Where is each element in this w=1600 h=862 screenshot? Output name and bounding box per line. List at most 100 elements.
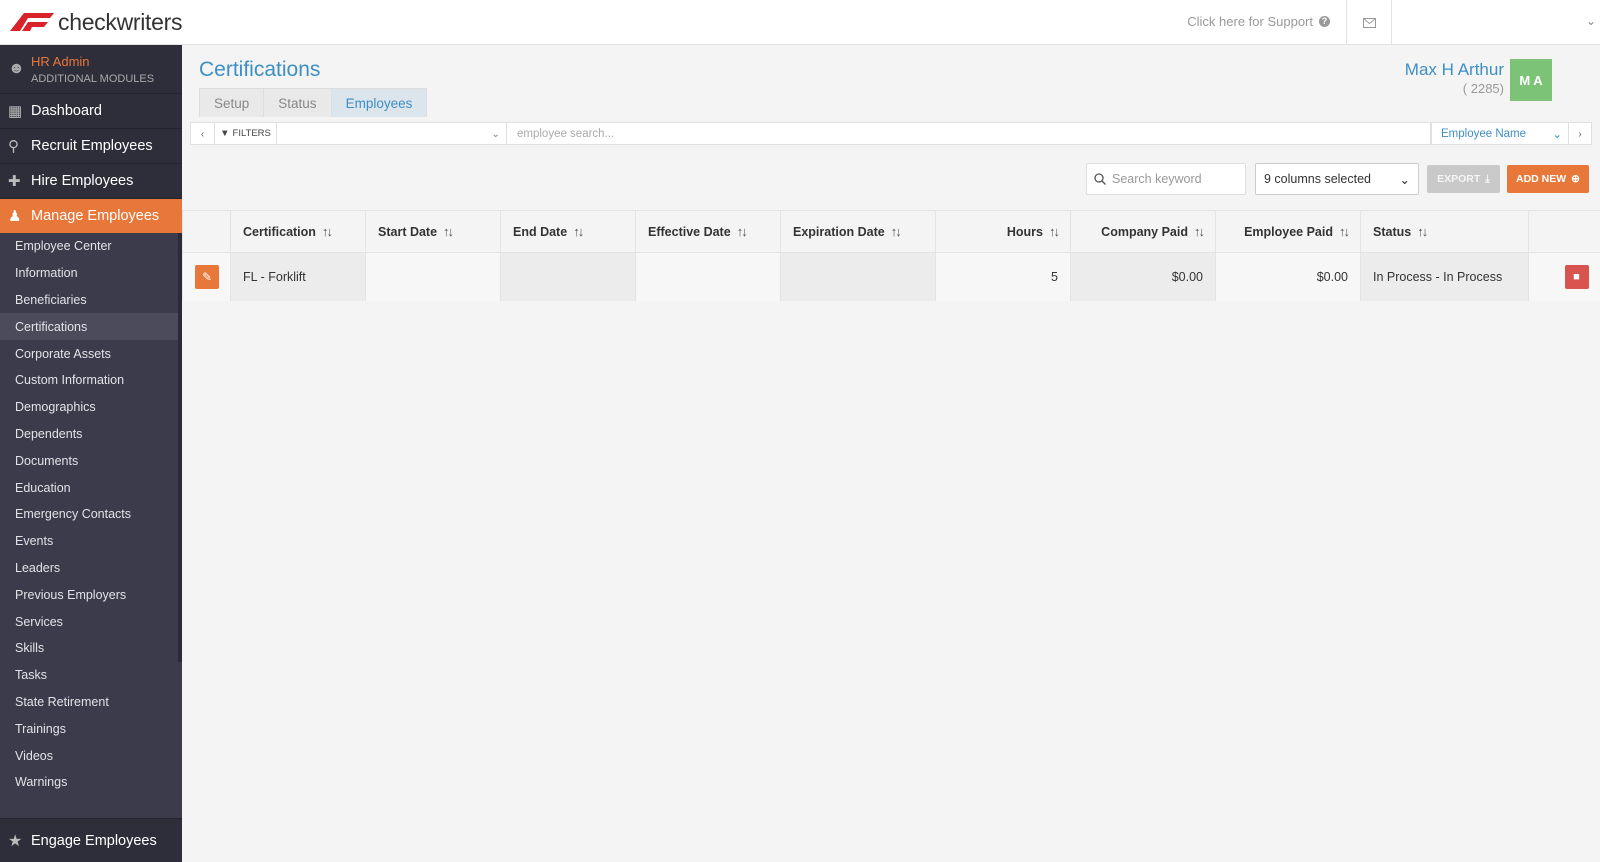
account-menu-chevron-icon[interactable]: ⌄ <box>1586 14 1596 28</box>
chevron-down-icon: ⌄ <box>491 127 500 140</box>
keyword-search-input[interactable]: Search keyword <box>1086 163 1246 195</box>
sidebar-subitem-demographics[interactable]: Demographics <box>0 394 182 421</box>
cell-company-paid: $0.00 <box>1070 252 1216 301</box>
envelope-icon <box>1362 17 1376 28</box>
cell-expiration-date <box>780 252 936 301</box>
cell-start-date <box>365 252 501 301</box>
sidebar-subitem-employee-center[interactable]: Employee Center <box>0 233 182 260</box>
sort-icon[interactable]: ↑↓ <box>1194 224 1205 239</box>
table-header-row: Certification ↑↓ Start Date ↑↓ End Date ↑↓ … <box>182 210 1600 253</box>
sidebar-item-label: Hire Employees <box>31 173 134 189</box>
delete-button[interactable]: ■ <box>1564 264 1589 289</box>
tab-setup[interactable]: Setup <box>199 88 265 117</box>
sort-icon[interactable]: ↑↓ <box>1049 224 1060 239</box>
checkwriters-logo[interactable]: checkwriters <box>8 8 183 36</box>
previous-employee-button[interactable]: ‹ <box>191 123 215 144</box>
sidebar-subitem-videos[interactable]: Videos <box>0 742 182 769</box>
sidebar-item-engage-employees[interactable]: ★ Engage Employees <box>0 818 182 862</box>
edit-button[interactable]: ✎ <box>195 264 219 289</box>
column-header-expiration-date[interactable]: Expiration Date ↑↓ <box>780 210 936 253</box>
column-header-hours[interactable]: Hours ↑↓ <box>935 210 1071 253</box>
sidebar-subitem-certifications[interactable]: Certifications <box>0 313 182 341</box>
column-header-certification[interactable]: Certification ↑↓ <box>230 210 366 253</box>
sidebar-item-recruit-employees[interactable]: ⚲ Recruit Employees <box>0 128 182 163</box>
employee-search-input[interactable]: employee search... <box>507 123 1431 144</box>
chevron-down-icon: ⌄ <box>1399 172 1410 187</box>
logo-text: checkwriters <box>58 8 183 35</box>
sidebar-item-label: Engage Employees <box>31 832 157 849</box>
sidebar-item-label: Dashboard <box>31 103 102 119</box>
sort-icon[interactable]: ↑↓ <box>737 224 748 239</box>
sidebar-subitem-dependents[interactable]: Dependents <box>0 421 182 448</box>
main-content: Certifications Setup Status Employees Ma… <box>182 45 1600 862</box>
user-name[interactable]: Max H Arthur <box>1405 60 1504 80</box>
sidebar-subitem-leaders[interactable]: Leaders <box>0 555 182 582</box>
column-header-start-date[interactable]: Start Date ↑↓ <box>365 210 501 253</box>
next-employee-button[interactable]: › <box>1569 123 1591 144</box>
sidebar-subitem-tasks[interactable]: Tasks <box>0 662 182 689</box>
column-header-effective-date[interactable]: Effective Date ↑↓ <box>635 210 781 253</box>
sidebar-subitem-previous-employers[interactable]: Previous Employers <box>0 581 182 608</box>
sidebar-subitem-warnings[interactable]: Warnings <box>0 769 182 796</box>
cell-status: In Process - In Process <box>1360 252 1529 301</box>
sidebar-item-hire-employees[interactable]: ✚ Hire Employees <box>0 163 182 198</box>
column-header-company-paid[interactable]: Company Paid ↑↓ <box>1070 210 1216 253</box>
sort-icon[interactable]: ↑↓ <box>1417 224 1428 239</box>
star-icon: ★ <box>8 833 23 850</box>
column-header-end-date[interactable]: End Date ↑↓ <box>500 210 636 253</box>
employee-filter-bar: ‹ ▼ FILTERS ⌄ employee search... Employe… <box>190 122 1592 145</box>
sidebar-subitem-documents[interactable]: Documents <box>0 447 182 474</box>
sidebar-subitem-education[interactable]: Education <box>0 474 182 501</box>
export-button[interactable]: EXPORT ⤓ <box>1427 165 1500 193</box>
sort-icon[interactable]: ↑↓ <box>443 224 454 239</box>
sidebar-subitem-events[interactable]: Events <box>0 528 182 555</box>
employee-name-select-value: Employee Name <box>1441 127 1527 140</box>
logo-mark-icon <box>10 13 54 31</box>
filters-label: FILTERS <box>232 128 271 139</box>
sidebar: ☻ HR Admin ADDITIONAL MODULES ▦ Dashboar… <box>0 45 182 862</box>
sidebar-item-dashboard[interactable]: ▦ Dashboard <box>0 93 182 128</box>
sidebar-subitem-beneficiaries[interactable]: Beneficiaries <box>0 287 182 314</box>
module-switcher[interactable]: ☻ HR Admin ADDITIONAL MODULES <box>0 45 182 93</box>
sort-icon[interactable]: ↑↓ <box>322 224 333 239</box>
export-label: EXPORT <box>1437 173 1481 185</box>
download-icon: ⤓ <box>1485 172 1490 185</box>
column-header-status[interactable]: Status ↑↓ <box>1360 210 1529 253</box>
column-header-employee-paid[interactable]: Employee Paid ↑↓ <box>1215 210 1361 253</box>
sort-icon[interactable]: ↑↓ <box>573 224 584 239</box>
filter-icon: ▼ <box>220 128 230 139</box>
sidebar-subitem-information[interactable]: Information <box>0 260 182 287</box>
messages-button[interactable] <box>1346 0 1392 45</box>
sidebar-item-label: Recruit Employees <box>31 138 153 154</box>
sidebar-subitem-state-retirement[interactable]: State Retirement <box>0 689 182 716</box>
keyword-search-placeholder: Search keyword <box>1112 172 1202 186</box>
user-plus-icon: ✚ <box>8 173 21 190</box>
columns-select[interactable]: 9 columns selected ⌄ <box>1255 163 1419 195</box>
column-header-delete <box>1528 210 1600 253</box>
plus-circle-icon: ⊕ <box>1571 173 1580 185</box>
sidebar-subitem-trainings[interactable]: Trainings <box>0 715 182 742</box>
page-title: Certifications <box>199 58 321 81</box>
filters-button[interactable]: ▼ FILTERS <box>215 123 277 144</box>
tab-employees[interactable]: Employees <box>330 88 428 117</box>
sidebar-subitem-emergency-contacts[interactable]: Emergency Contacts <box>0 501 182 528</box>
columns-select-value: 9 columns selected <box>1264 172 1372 186</box>
sidebar-item-label: Manage Employees <box>31 208 160 224</box>
employee-name-select[interactable]: Employee Name ⌄ <box>1431 123 1569 144</box>
sidebar-subitem-corporate-assets[interactable]: Corporate Assets <box>0 340 182 367</box>
filter-select[interactable]: ⌄ <box>277 123 507 144</box>
module-title: HR Admin <box>31 54 90 69</box>
support-link[interactable]: Click here for Support ? <box>1187 14 1330 29</box>
sidebar-subitem-skills[interactable]: Skills <box>0 635 182 662</box>
avatar[interactable]: M A <box>1510 59 1552 101</box>
sidebar-subitem-custom-information[interactable]: Custom Information <box>0 367 182 394</box>
sidebar-item-manage-employees[interactable]: ♟ Manage Employees <box>0 198 182 233</box>
cell-end-date <box>500 252 636 301</box>
search-icon <box>1094 173 1106 185</box>
sidebar-subitem-services[interactable]: Services <box>0 608 182 635</box>
add-new-button[interactable]: ADD NEW ⊕ <box>1507 165 1589 193</box>
user-id: ( 2285) <box>1462 81 1504 96</box>
tab-status[interactable]: Status <box>263 88 332 117</box>
sort-icon[interactable]: ↑↓ <box>1339 224 1350 239</box>
sort-icon[interactable]: ↑↓ <box>891 224 902 239</box>
